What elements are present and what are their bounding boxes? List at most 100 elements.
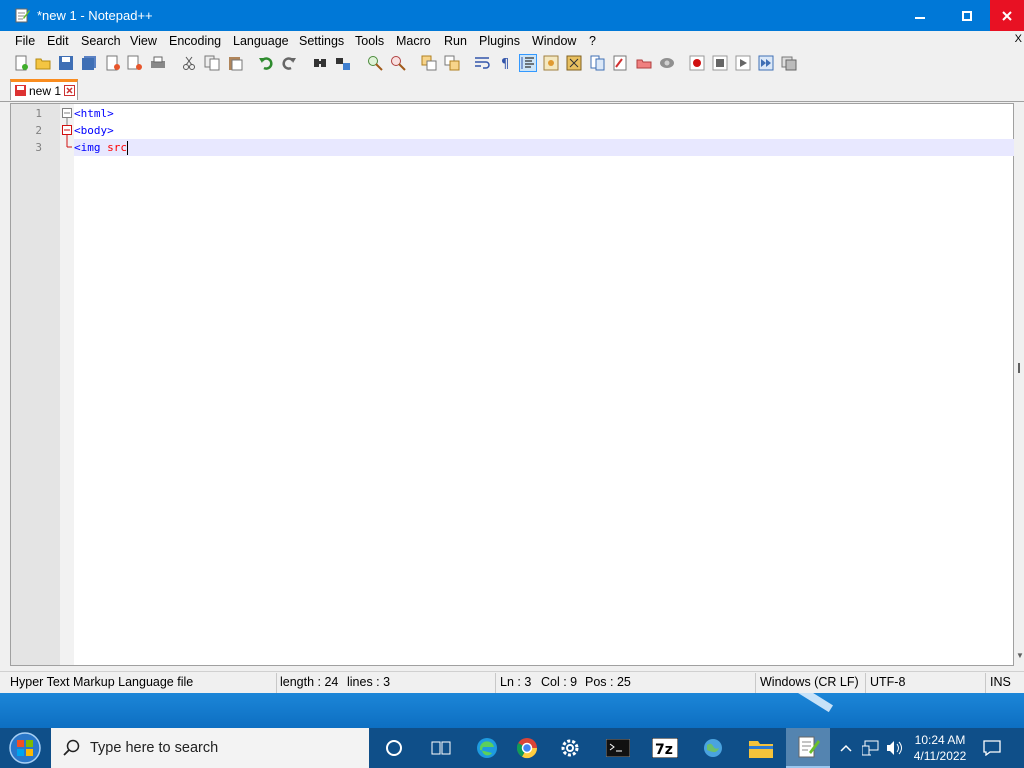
menu-language[interactable]: Language xyxy=(233,34,289,48)
status-separator xyxy=(276,673,277,693)
taskbar-notepadpp[interactable] xyxy=(786,728,830,768)
copy-icon[interactable] xyxy=(204,55,220,71)
word-wrap-icon[interactable] xyxy=(474,55,490,71)
find-icon[interactable] xyxy=(312,55,328,71)
editor-area[interactable]: 1 2 3 <html> <body> <img src xyxy=(10,103,1014,666)
status-encoding[interactable]: UTF-8 xyxy=(870,675,905,689)
taskbar-file-explorer[interactable] xyxy=(739,728,783,768)
menu-run[interactable]: Run xyxy=(444,34,467,48)
taskbar-7zip[interactable]: 7z xyxy=(643,728,687,768)
show-hidden-icons-button[interactable] xyxy=(836,728,856,768)
vertical-scrollbar[interactable]: ▼ xyxy=(1014,103,1024,666)
sync-horizontal-icon[interactable] xyxy=(444,55,460,71)
maximize-button[interactable] xyxy=(944,0,990,31)
undo-icon[interactable] xyxy=(258,55,274,71)
svg-text:7z: 7z xyxy=(655,742,673,758)
paste-icon[interactable] xyxy=(227,55,243,71)
menu-tools[interactable]: Tools xyxy=(355,34,384,48)
replace-icon[interactable] xyxy=(335,55,351,71)
taskbar-chrome[interactable] xyxy=(505,728,549,768)
run-macro-multiple-icon[interactable] xyxy=(758,55,774,71)
network-icon xyxy=(862,740,879,756)
notepadpp-icon xyxy=(15,8,30,23)
fold-margin xyxy=(60,104,74,665)
chrome-icon xyxy=(516,738,538,759)
menu-help[interactable]: ? xyxy=(589,34,596,48)
zoom-out-icon[interactable] xyxy=(390,55,406,71)
code-line[interactable]: <html> xyxy=(74,105,1014,122)
cortana-button[interactable] xyxy=(372,728,416,768)
menu-edit[interactable]: Edit xyxy=(47,34,69,48)
open-file-icon[interactable] xyxy=(35,55,51,71)
title-bar[interactable]: *new 1 - Notepad++ xyxy=(0,0,1024,31)
menu-macro[interactable]: Macro xyxy=(396,34,431,48)
edge-icon xyxy=(477,738,497,758)
minimize-button[interactable] xyxy=(897,0,943,31)
close-file-icon[interactable] xyxy=(105,55,121,71)
cut-icon[interactable] xyxy=(181,55,197,71)
close-document-button[interactable]: X xyxy=(1015,33,1022,45)
stop-recording-icon[interactable] xyxy=(712,55,728,71)
zoom-in-icon[interactable] xyxy=(367,55,383,71)
menu-search[interactable]: Search xyxy=(81,34,121,48)
show-all-characters-icon[interactable]: ¶ xyxy=(497,55,513,71)
menu-file[interactable]: File xyxy=(15,34,35,48)
close-button[interactable] xyxy=(990,0,1024,31)
task-view-button[interactable] xyxy=(419,728,463,768)
terminal-icon xyxy=(606,739,630,757)
eye-icon[interactable] xyxy=(659,55,675,71)
globe-icon xyxy=(704,739,722,757)
taskbar-network-app[interactable] xyxy=(691,728,735,768)
save-macro-icon[interactable] xyxy=(781,55,797,71)
status-insert-mode[interactable]: INS xyxy=(990,675,1011,689)
redo-icon[interactable] xyxy=(281,55,297,71)
maximize-icon xyxy=(962,10,972,21)
volume-tray-button[interactable] xyxy=(884,728,906,768)
status-length: length : 24 xyxy=(280,675,339,689)
function-list-icon[interactable] xyxy=(590,55,606,71)
tab-close-icon[interactable] xyxy=(64,85,75,96)
save-all-icon[interactable] xyxy=(81,55,97,71)
menu-bar: File Edit Search View Encoding Language … xyxy=(0,31,1024,51)
taskbar-terminal[interactable] xyxy=(596,728,640,768)
cortana-icon xyxy=(386,740,402,756)
svg-text:¶: ¶ xyxy=(501,57,509,71)
menu-window[interactable]: Window xyxy=(532,34,576,48)
menu-encoding[interactable]: Encoding xyxy=(169,34,221,48)
menu-view[interactable]: View xyxy=(130,34,157,48)
playback-macro-icon[interactable] xyxy=(735,55,751,71)
indent-guide-icon[interactable] xyxy=(519,54,537,72)
wallpaper-streak xyxy=(726,693,834,713)
sync-vertical-icon[interactable] xyxy=(421,55,437,71)
start-button[interactable] xyxy=(0,728,50,768)
taskbar-settings[interactable] xyxy=(548,728,592,768)
folder-as-workspace-icon[interactable] xyxy=(612,55,628,71)
notifications-button[interactable] xyxy=(978,728,1006,768)
taskbar-search-box[interactable]: Type here to search xyxy=(51,728,369,768)
html-tag: <img xyxy=(74,141,101,154)
menu-plugins[interactable]: Plugins xyxy=(479,34,520,48)
search-icon xyxy=(63,739,80,756)
tab-new-1[interactable]: new 1 xyxy=(10,79,78,100)
record-macro-icon[interactable] xyxy=(689,55,705,71)
document-map-icon[interactable] xyxy=(566,55,582,71)
monitoring-icon[interactable] xyxy=(636,55,652,71)
user-defined-language-icon[interactable] xyxy=(543,55,559,71)
save-icon[interactable] xyxy=(58,55,74,71)
taskbar-edge[interactable] xyxy=(465,728,509,768)
close-all-icon[interactable] xyxy=(127,55,143,71)
scroll-down-arrow-icon[interactable]: ▼ xyxy=(1016,651,1024,660)
code-line[interactable]: <body> xyxy=(74,122,1014,139)
network-tray-button[interactable] xyxy=(860,728,882,768)
status-eol[interactable]: Windows (CR LF) xyxy=(760,675,859,689)
new-file-icon[interactable] xyxy=(13,55,29,71)
line-number-margin xyxy=(11,104,60,665)
scrollbar-grip[interactable] xyxy=(1018,363,1020,373)
menu-settings[interactable]: Settings xyxy=(299,34,344,48)
window-title: *new 1 - Notepad++ xyxy=(37,8,153,23)
taskbar-clock[interactable]: 10:24 AM 4/11/2022 xyxy=(906,732,974,764)
print-icon[interactable] xyxy=(150,55,166,71)
notepadpp-icon xyxy=(798,736,820,758)
current-code-line[interactable]: <img src xyxy=(74,139,1014,156)
notification-icon xyxy=(983,740,1001,756)
